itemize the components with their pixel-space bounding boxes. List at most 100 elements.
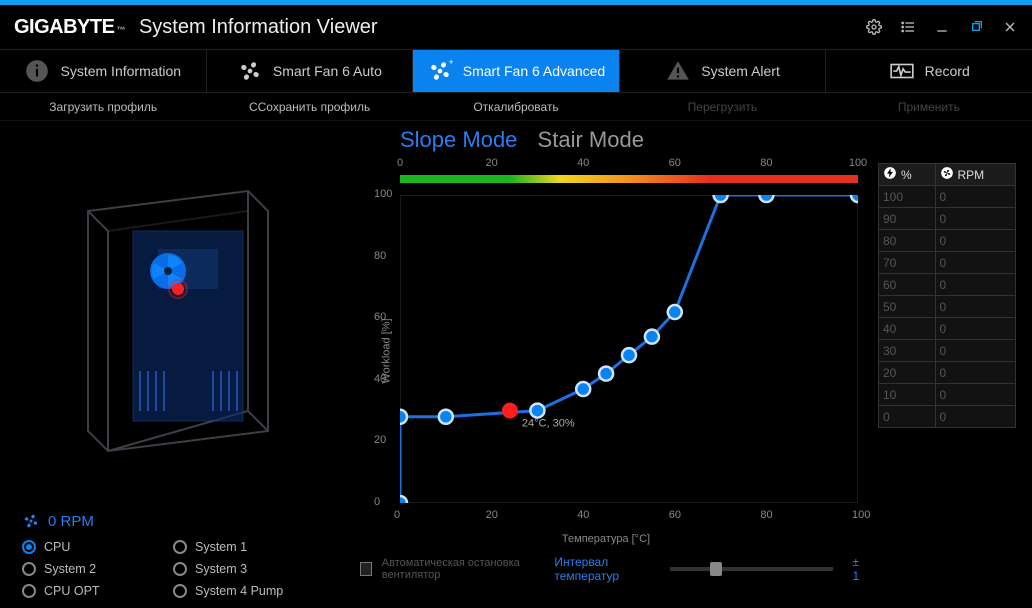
table-row[interactable]: 700 — [879, 252, 1016, 274]
marker-tooltip: 24°C, 30% — [522, 418, 575, 430]
radio-icon — [22, 540, 36, 554]
plot-area[interactable]: 24°C, 30% — [400, 195, 858, 503]
curve-point[interactable] — [599, 367, 613, 381]
table-row[interactable]: 200 — [879, 362, 1016, 384]
reset-button: Перегрузить — [619, 100, 825, 114]
list-icon[interactable] — [900, 19, 916, 35]
save-profile-button[interactable]: ССохранить профиль — [206, 100, 412, 114]
cell-percent[interactable]: 60 — [879, 274, 936, 296]
cell-rpm[interactable]: 0 — [935, 384, 1016, 406]
restore-icon[interactable] — [968, 19, 984, 35]
fan-icon — [237, 58, 263, 84]
current-marker — [502, 403, 518, 419]
table-row[interactable]: 100 — [879, 384, 1016, 406]
mode-stair[interactable]: Stair Mode — [538, 127, 644, 152]
cell-rpm[interactable]: 0 — [935, 230, 1016, 252]
curve-point[interactable] — [530, 404, 544, 418]
interval-value: ± 1 — [853, 555, 867, 583]
cell-percent[interactable]: 10 — [879, 384, 936, 406]
cell-rpm[interactable]: 0 — [935, 186, 1016, 208]
radio-icon — [22, 584, 36, 598]
sensor-system1[interactable]: System 1 — [173, 540, 324, 554]
sensor-label: System 2 — [44, 562, 96, 576]
table-row[interactable]: 900 — [879, 208, 1016, 230]
y-tick: 100 — [374, 188, 392, 200]
cell-percent[interactable]: 70 — [879, 252, 936, 274]
cell-rpm[interactable]: 0 — [935, 340, 1016, 362]
sensor-system2[interactable]: System 2 — [22, 562, 173, 576]
main-tabs: System Information Smart Fan 6 Auto + Sm… — [0, 49, 1032, 93]
cell-percent[interactable]: 0 — [879, 406, 936, 428]
top-tick: 60 — [669, 157, 681, 169]
waveform-icon — [889, 58, 915, 84]
cell-percent[interactable]: 40 — [879, 318, 936, 340]
cell-percent[interactable]: 20 — [879, 362, 936, 384]
table-row[interactable]: 800 — [879, 230, 1016, 252]
cell-rpm[interactable]: 0 — [935, 406, 1016, 428]
tab-system-information[interactable]: System Information — [0, 50, 207, 92]
curve-point[interactable] — [400, 410, 407, 424]
curve-point[interactable] — [622, 348, 636, 362]
radio-icon — [173, 540, 187, 554]
table-row[interactable]: 400 — [879, 318, 1016, 340]
sensor-system3[interactable]: System 3 — [173, 562, 324, 576]
table-row[interactable]: 00 — [879, 406, 1016, 428]
curve-point[interactable] — [576, 382, 590, 396]
tab-system-alert[interactable]: System Alert — [620, 50, 827, 92]
curve-point[interactable] — [400, 496, 407, 503]
cell-rpm[interactable]: 0 — [935, 274, 1016, 296]
sensor-label: System 1 — [195, 540, 247, 554]
cell-rpm[interactable]: 0 — [935, 362, 1016, 384]
close-icon[interactable] — [1002, 19, 1018, 35]
cell-percent[interactable]: 90 — [879, 208, 936, 230]
table-row[interactable]: 1000 — [879, 186, 1016, 208]
fan-curve-chart[interactable]: Workload [%] Температура [°C] 24°C, 30% … — [346, 155, 866, 547]
slider-thumb[interactable] — [710, 562, 722, 576]
sensor-label: CPU OPT — [44, 584, 100, 598]
curve-point[interactable] — [851, 195, 858, 202]
curve-point[interactable] — [714, 195, 728, 202]
cell-rpm[interactable]: 0 — [935, 296, 1016, 318]
title-bar: GIGABYTE™ System Information Viewer — [0, 5, 1032, 49]
cell-percent[interactable]: 50 — [879, 296, 936, 318]
curve-point[interactable] — [645, 330, 659, 344]
cell-percent[interactable]: 80 — [879, 230, 936, 252]
rpm-value: 0 RPM — [48, 513, 94, 530]
top-tick: 20 — [485, 157, 497, 169]
cell-percent[interactable]: 100 — [879, 186, 936, 208]
curve-point[interactable] — [668, 305, 682, 319]
interval-slider[interactable] — [670, 567, 833, 571]
tab-smart-fan-auto[interactable]: Smart Fan 6 Auto — [207, 50, 414, 92]
left-pane: 0 RPM CPU System 1 System 2 System 3 CPU… — [0, 121, 340, 608]
top-tick: 0 — [397, 157, 403, 169]
tab-label: Record — [925, 63, 970, 79]
load-profile-button[interactable]: Загрузить профиль — [0, 100, 206, 114]
sensor-system4-pump[interactable]: System 4 Pump — [173, 584, 324, 598]
fan-rpm-display: 0 RPM — [22, 512, 324, 530]
top-tick: 80 — [760, 157, 772, 169]
autostop-checkbox[interactable] — [360, 562, 372, 576]
sensor-cpu-opt[interactable]: CPU OPT — [22, 584, 173, 598]
curve-point[interactable] — [439, 410, 453, 424]
x-tick: 20 — [486, 509, 498, 521]
cell-rpm[interactable]: 0 — [935, 208, 1016, 230]
tab-smart-fan-advanced[interactable]: + Smart Fan 6 Advanced — [413, 50, 620, 92]
cell-rpm[interactable]: 0 — [935, 252, 1016, 274]
tab-record[interactable]: Record — [826, 50, 1032, 92]
table-row[interactable]: 600 — [879, 274, 1016, 296]
x-axis-label: Температура [°C] — [562, 533, 650, 545]
cell-percent[interactable]: 30 — [879, 340, 936, 362]
table-row[interactable]: 300 — [879, 340, 1016, 362]
sensor-cpu[interactable]: CPU — [22, 540, 173, 554]
y-tick: 0 — [374, 496, 380, 508]
fan-speed-table: % RPM 100090080070060050040030020010000 — [878, 163, 1016, 428]
settings-icon[interactable] — [866, 19, 882, 35]
table-row[interactable]: 500 — [879, 296, 1016, 318]
calibrate-button[interactable]: Откалибровать — [413, 100, 619, 114]
cell-rpm[interactable]: 0 — [935, 318, 1016, 340]
minimize-icon[interactable] — [934, 19, 950, 35]
curve-point[interactable] — [759, 195, 773, 202]
mode-slope[interactable]: Slope Mode — [400, 127, 517, 152]
x-tick: 40 — [577, 509, 589, 521]
x-tick: 60 — [669, 509, 681, 521]
